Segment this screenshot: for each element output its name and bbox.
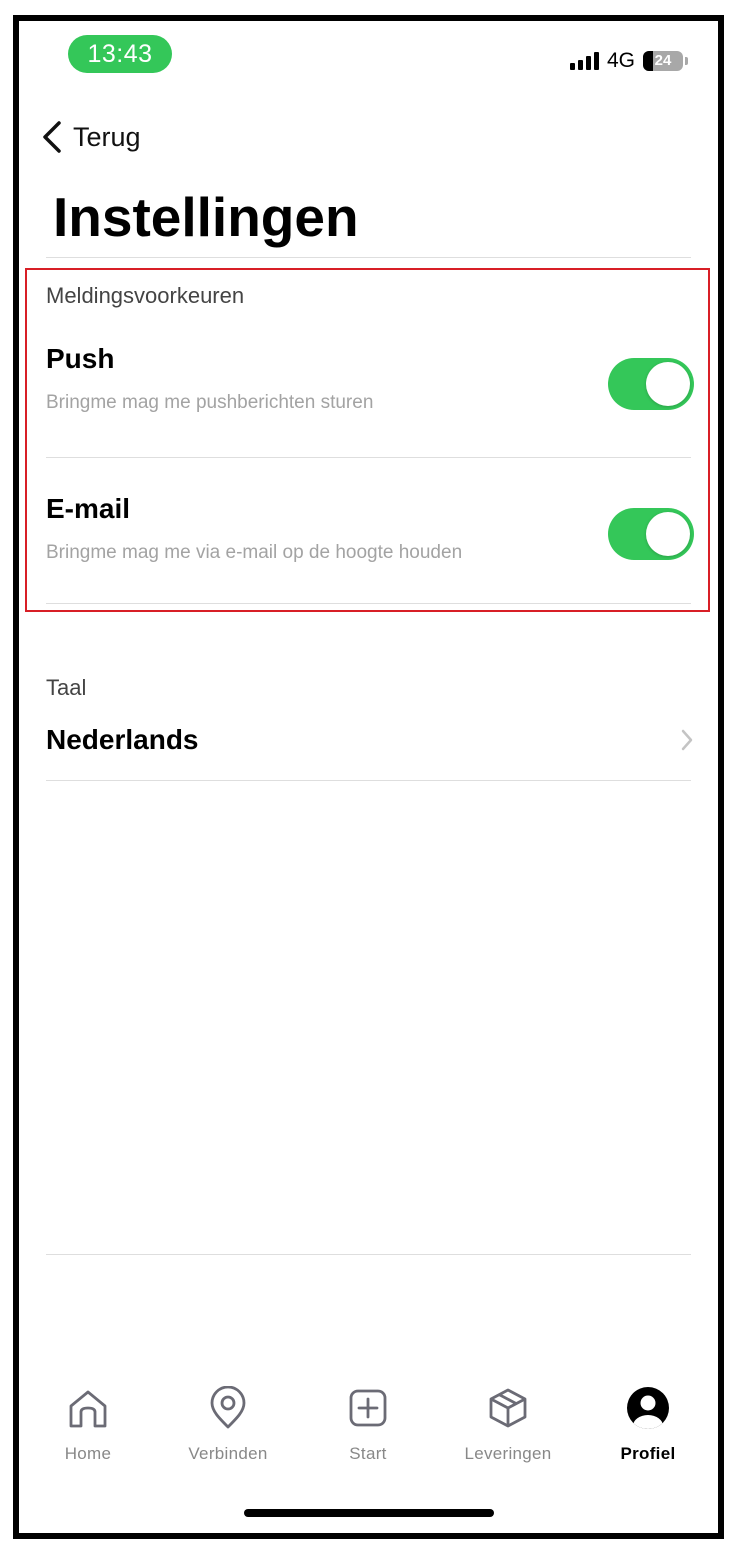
- battery-icon: 24: [643, 51, 688, 71]
- divider: [46, 603, 691, 604]
- divider: [46, 780, 691, 781]
- battery-fill: [643, 51, 653, 71]
- tab-label: Home: [64, 1444, 112, 1463]
- battery-level: 24: [654, 52, 672, 69]
- tab-bar: Home Verbinden Start Leveringen Profiel: [19, 1386, 718, 1476]
- chevron-left-icon: [43, 121, 61, 153]
- back-button[interactable]: Terug: [41, 117, 141, 157]
- profile-avatar-icon: [627, 1387, 669, 1429]
- plus-square-icon: [349, 1389, 387, 1427]
- toggle-knob: [646, 512, 690, 556]
- email-title: E-mail: [46, 493, 131, 524]
- network-type: 4G: [606, 49, 635, 72]
- tab-label: Leveringen: [464, 1444, 552, 1463]
- push-toggle[interactable]: [608, 358, 694, 410]
- cellular-signal-icon: [569, 52, 599, 70]
- email-toggle[interactable]: [608, 508, 694, 560]
- phone-screen: 13:43 4G 24 Terug Instellingen Meldingsv…: [13, 15, 724, 1539]
- push-subtitle: Bringme mag me pushberichten sturen: [46, 392, 374, 413]
- status-indicators: 4G 24: [569, 47, 688, 75]
- toggle-knob: [646, 362, 690, 406]
- tab-start[interactable]: Start: [308, 1386, 428, 1476]
- tab-label: Profiel: [620, 1444, 676, 1463]
- language-row[interactable]: Nederlands: [46, 716, 694, 766]
- push-title: Push: [46, 343, 115, 374]
- language-value: Nederlands: [46, 724, 199, 755]
- tab-profiel[interactable]: Profiel: [588, 1386, 708, 1476]
- email-subtitle: Bringme mag me via e-mail op de hoogte h…: [46, 542, 463, 563]
- chevron-right-icon: [681, 729, 693, 751]
- page-title: Instellingen: [53, 186, 359, 248]
- back-label: Terug: [73, 121, 141, 152]
- divider: [46, 1254, 691, 1255]
- language-section-label: Taal: [46, 675, 87, 700]
- status-time: 13:43: [68, 35, 172, 73]
- tab-home[interactable]: Home: [28, 1386, 148, 1476]
- tab-label: Start: [349, 1444, 387, 1463]
- battery-nub: [685, 57, 688, 65]
- home-icon: [69, 1390, 107, 1428]
- divider: [46, 457, 691, 458]
- package-box-icon: [489, 1388, 527, 1428]
- notifications-section-label: Meldingsvoorkeuren: [46, 283, 245, 308]
- location-pin-icon: [210, 1386, 246, 1429]
- tab-label: Verbinden: [188, 1444, 268, 1463]
- home-indicator: [244, 1509, 494, 1517]
- divider: [46, 257, 691, 258]
- tab-verbinden[interactable]: Verbinden: [168, 1386, 288, 1476]
- tab-leveringen[interactable]: Leveringen: [448, 1386, 568, 1476]
